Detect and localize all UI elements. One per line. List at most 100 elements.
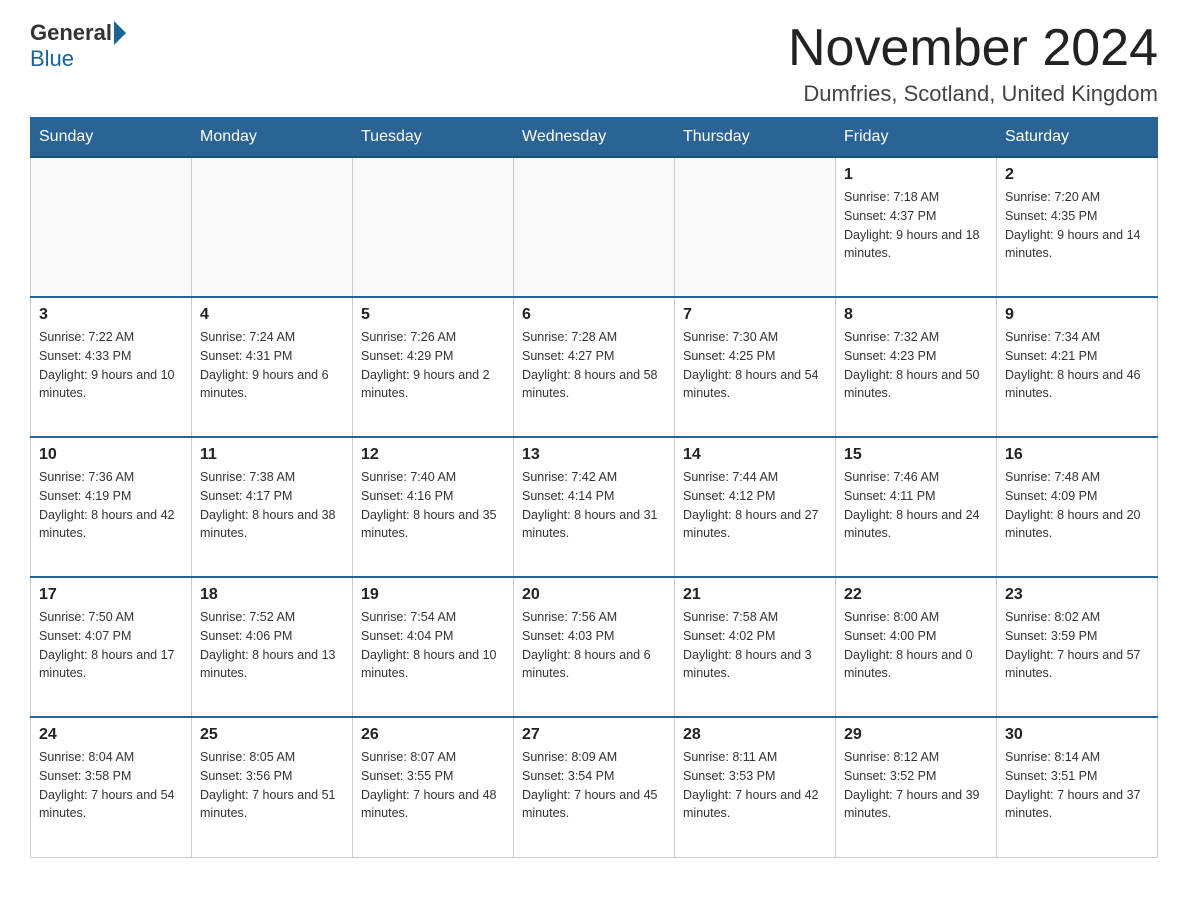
- day-number: 6: [522, 306, 666, 324]
- day-number: 12: [361, 446, 505, 464]
- calendar-header-row: Sunday Monday Tuesday Wednesday Thursday…: [31, 118, 1158, 158]
- logo: General Blue: [30, 20, 128, 72]
- day-number: 15: [844, 446, 988, 464]
- day-info: Sunrise: 7:50 AMSunset: 4:07 PMDaylight:…: [39, 608, 183, 683]
- day-number: 10: [39, 446, 183, 464]
- calendar-cell: 17 Sunrise: 7:50 AMSunset: 4:07 PMDayligh…: [31, 577, 192, 717]
- page-header: General Blue November 2024 Dumfries, Sco…: [30, 20, 1158, 107]
- day-number: 17: [39, 586, 183, 604]
- day-info: Sunrise: 8:04 AMSunset: 3:58 PMDaylight:…: [39, 748, 183, 823]
- calendar-cell: 9Sunrise: 7:34 AMSunset: 4:21 PMDaylight…: [997, 297, 1158, 437]
- day-info: Sunrise: 7:24 AMSunset: 4:31 PMDaylight:…: [200, 328, 344, 403]
- calendar-cell: [675, 157, 836, 297]
- calendar-cell: 7 Sunrise: 7:30 AMSunset: 4:25 PMDaylight…: [675, 297, 836, 437]
- logo-blue-text: Blue: [30, 46, 74, 71]
- day-info: Sunrise: 7:56 AMSunset: 4:03 PMDaylight:…: [522, 608, 666, 683]
- day-info: Sunrise: 8:12 AMSunset: 3:52 PMDaylight:…: [844, 748, 988, 823]
- calendar-cell: 23 Sunrise: 8:02 AMSunset: 3:59 PMDayligh…: [997, 577, 1158, 717]
- day-number: 14: [683, 446, 827, 464]
- day-info: Sunrise: 8:02 AMSunset: 3:59 PMDaylight:…: [1005, 608, 1149, 683]
- day-number: 22: [844, 586, 988, 604]
- day-info: Sunrise: 8:14 AMSunset: 3:51 PMDaylight:…: [1005, 748, 1149, 823]
- col-thursday: Thursday: [675, 118, 836, 158]
- day-number: 7: [683, 306, 827, 324]
- calendar-cell: 30Sunrise: 8:14 AMSunset: 3:51 PMDayligh…: [997, 717, 1158, 857]
- calendar-cell: 6 Sunrise: 7:28 AMSunset: 4:27 PMDaylight…: [514, 297, 675, 437]
- day-info: Sunrise: 7:22 AMSunset: 4:33 PMDaylight:…: [39, 328, 183, 403]
- calendar-week-4: 17 Sunrise: 7:50 AMSunset: 4:07 PMDayligh…: [31, 577, 1158, 717]
- calendar-cell: 21 Sunrise: 7:58 AMSunset: 4:02 PMDayligh…: [675, 577, 836, 717]
- day-number: 21: [683, 586, 827, 604]
- calendar-week-1: 1Sunrise: 7:18 AMSunset: 4:37 PMDaylight…: [31, 157, 1158, 297]
- day-number: 5: [361, 306, 505, 324]
- calendar-cell: 14Sunrise: 7:44 AMSunset: 4:12 PMDayligh…: [675, 437, 836, 577]
- day-number: 3: [39, 306, 183, 324]
- calendar-cell: 25Sunrise: 8:05 AMSunset: 3:56 PMDayligh…: [192, 717, 353, 857]
- day-info: Sunrise: 7:36 AMSunset: 4:19 PMDaylight:…: [39, 468, 183, 543]
- day-info: Sunrise: 7:28 AMSunset: 4:27 PMDaylight:…: [522, 328, 666, 403]
- calendar-cell: 16 Sunrise: 7:48 AMSunset: 4:09 PMDayligh…: [997, 437, 1158, 577]
- calendar-week-3: 10 Sunrise: 7:36 AMSunset: 4:19 PMDayligh…: [31, 437, 1158, 577]
- calendar-cell: 15 Sunrise: 7:46 AMSunset: 4:11 PMDayligh…: [836, 437, 997, 577]
- day-info: Sunrise: 8:11 AMSunset: 3:53 PMDaylight:…: [683, 748, 827, 823]
- calendar-cell: 5Sunrise: 7:26 AMSunset: 4:29 PMDaylight…: [353, 297, 514, 437]
- day-number: 4: [200, 306, 344, 324]
- day-info: Sunrise: 8:09 AMSunset: 3:54 PMDaylight:…: [522, 748, 666, 823]
- month-title: November 2024: [788, 20, 1158, 77]
- location-subtitle: Dumfries, Scotland, United Kingdom: [788, 81, 1158, 107]
- day-info: Sunrise: 8:00 AMSunset: 4:00 PMDaylight:…: [844, 608, 988, 683]
- calendar-cell: 19 Sunrise: 7:54 AMSunset: 4:04 PMDayligh…: [353, 577, 514, 717]
- day-number: 19: [361, 586, 505, 604]
- day-info: Sunrise: 7:58 AMSunset: 4:02 PMDaylight:…: [683, 608, 827, 683]
- day-info: Sunrise: 7:48 AMSunset: 4:09 PMDaylight:…: [1005, 468, 1149, 543]
- calendar-week-5: 24 Sunrise: 8:04 AMSunset: 3:58 PMDayligh…: [31, 717, 1158, 857]
- day-info: Sunrise: 7:40 AMSunset: 4:16 PMDaylight:…: [361, 468, 505, 543]
- day-info: Sunrise: 7:32 AMSunset: 4:23 PMDaylight:…: [844, 328, 988, 403]
- day-number: 28: [683, 726, 827, 744]
- day-info: Sunrise: 7:34 AMSunset: 4:21 PMDaylight:…: [1005, 328, 1149, 403]
- day-number: 26: [361, 726, 505, 744]
- calendar-cell: 20 Sunrise: 7:56 AMSunset: 4:03 PMDayligh…: [514, 577, 675, 717]
- day-info: Sunrise: 7:46 AMSunset: 4:11 PMDaylight:…: [844, 468, 988, 543]
- col-wednesday: Wednesday: [514, 118, 675, 158]
- calendar-cell: 2Sunrise: 7:20 AMSunset: 4:35 PMDaylight…: [997, 157, 1158, 297]
- calendar-cell: 8Sunrise: 7:32 AMSunset: 4:23 PMDaylight…: [836, 297, 997, 437]
- day-number: 29: [844, 726, 988, 744]
- day-info: Sunrise: 7:52 AMSunset: 4:06 PMDaylight:…: [200, 608, 344, 683]
- day-number: 11: [200, 446, 344, 464]
- day-info: Sunrise: 7:54 AMSunset: 4:04 PMDaylight:…: [361, 608, 505, 683]
- calendar-cell: 11 Sunrise: 7:38 AMSunset: 4:17 PMDayligh…: [192, 437, 353, 577]
- logo-arrow-icon: [114, 21, 126, 45]
- day-number: 24: [39, 726, 183, 744]
- day-info: Sunrise: 7:38 AMSunset: 4:17 PMDaylight:…: [200, 468, 344, 543]
- logo-general-text: General: [30, 20, 112, 46]
- calendar-cell: 4 Sunrise: 7:24 AMSunset: 4:31 PMDaylight…: [192, 297, 353, 437]
- day-number: 18: [200, 586, 344, 604]
- calendar-cell: 18 Sunrise: 7:52 AMSunset: 4:06 PMDayligh…: [192, 577, 353, 717]
- calendar-cell: [192, 157, 353, 297]
- day-number: 20: [522, 586, 666, 604]
- day-number: 16: [1005, 446, 1149, 464]
- calendar-cell: 26 Sunrise: 8:07 AMSunset: 3:55 PMDayligh…: [353, 717, 514, 857]
- calendar-cell: [353, 157, 514, 297]
- day-number: 27: [522, 726, 666, 744]
- day-number: 13: [522, 446, 666, 464]
- day-info: Sunrise: 7:20 AMSunset: 4:35 PMDaylight:…: [1005, 188, 1149, 263]
- calendar-cell: 22 Sunrise: 8:00 AMSunset: 4:00 PMDayligh…: [836, 577, 997, 717]
- day-info: Sunrise: 8:05 AMSunset: 3:56 PMDaylight:…: [200, 748, 344, 823]
- day-number: 1: [844, 166, 988, 184]
- day-number: 23: [1005, 586, 1149, 604]
- title-section: November 2024 Dumfries, Scotland, United…: [788, 20, 1158, 107]
- day-info: Sunrise: 7:30 AMSunset: 4:25 PMDaylight:…: [683, 328, 827, 403]
- col-sunday: Sunday: [31, 118, 192, 158]
- calendar-cell: 24 Sunrise: 8:04 AMSunset: 3:58 PMDayligh…: [31, 717, 192, 857]
- col-tuesday: Tuesday: [353, 118, 514, 158]
- calendar-cell: 10 Sunrise: 7:36 AMSunset: 4:19 PMDayligh…: [31, 437, 192, 577]
- day-info: Sunrise: 7:42 AMSunset: 4:14 PMDaylight:…: [522, 468, 666, 543]
- calendar-cell: 1Sunrise: 7:18 AMSunset: 4:37 PMDaylight…: [836, 157, 997, 297]
- calendar-cell: 29 Sunrise: 8:12 AMSunset: 3:52 PMDayligh…: [836, 717, 997, 857]
- calendar-week-2: 3 Sunrise: 7:22 AMSunset: 4:33 PMDaylight…: [31, 297, 1158, 437]
- day-info: Sunrise: 8:07 AMSunset: 3:55 PMDaylight:…: [361, 748, 505, 823]
- calendar-table: Sunday Monday Tuesday Wednesday Thursday…: [30, 117, 1158, 858]
- calendar-cell: 13 Sunrise: 7:42 AMSunset: 4:14 PMDayligh…: [514, 437, 675, 577]
